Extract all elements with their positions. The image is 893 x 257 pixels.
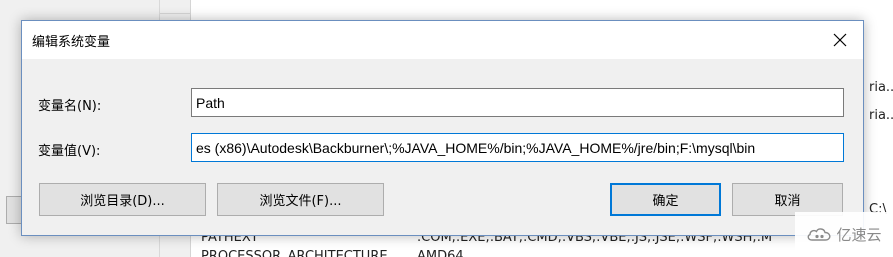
edit-system-variable-dialog: 编辑系统变量 变量名(N): 变量值(V): 浏览目录(D)... 浏览文件(F… [21, 20, 864, 236]
parent-row-fragment: ria... [869, 108, 893, 123]
dialog-titlebar: 编辑系统变量 [22, 21, 863, 59]
cloud-logo-icon [808, 227, 831, 241]
browse-directory-button[interactable]: 浏览目录(D)... [39, 183, 206, 216]
watermark-text: 亿速云 [836, 226, 882, 244]
variable-value-label: 变量值(V): [38, 144, 101, 159]
watermark: 亿速云 [795, 212, 893, 257]
ok-button[interactable]: 确定 [610, 183, 721, 216]
dialog-title: 编辑系统变量 [32, 35, 111, 50]
close-button[interactable] [817, 21, 863, 59]
table-row-name: PROCESSOR_ARCHITECTURE [201, 249, 388, 257]
variable-name-input[interactable] [191, 88, 844, 117]
variable-name-label: 变量名(N): [38, 99, 102, 114]
variable-value-input[interactable] [191, 133, 844, 162]
parent-button-fragment [6, 196, 22, 224]
close-icon [833, 33, 847, 47]
table-row-value: AMD64 [417, 249, 464, 257]
browse-file-button[interactable]: 浏览文件(F)... [217, 183, 384, 216]
parent-row-fragment: ria... [869, 80, 893, 95]
